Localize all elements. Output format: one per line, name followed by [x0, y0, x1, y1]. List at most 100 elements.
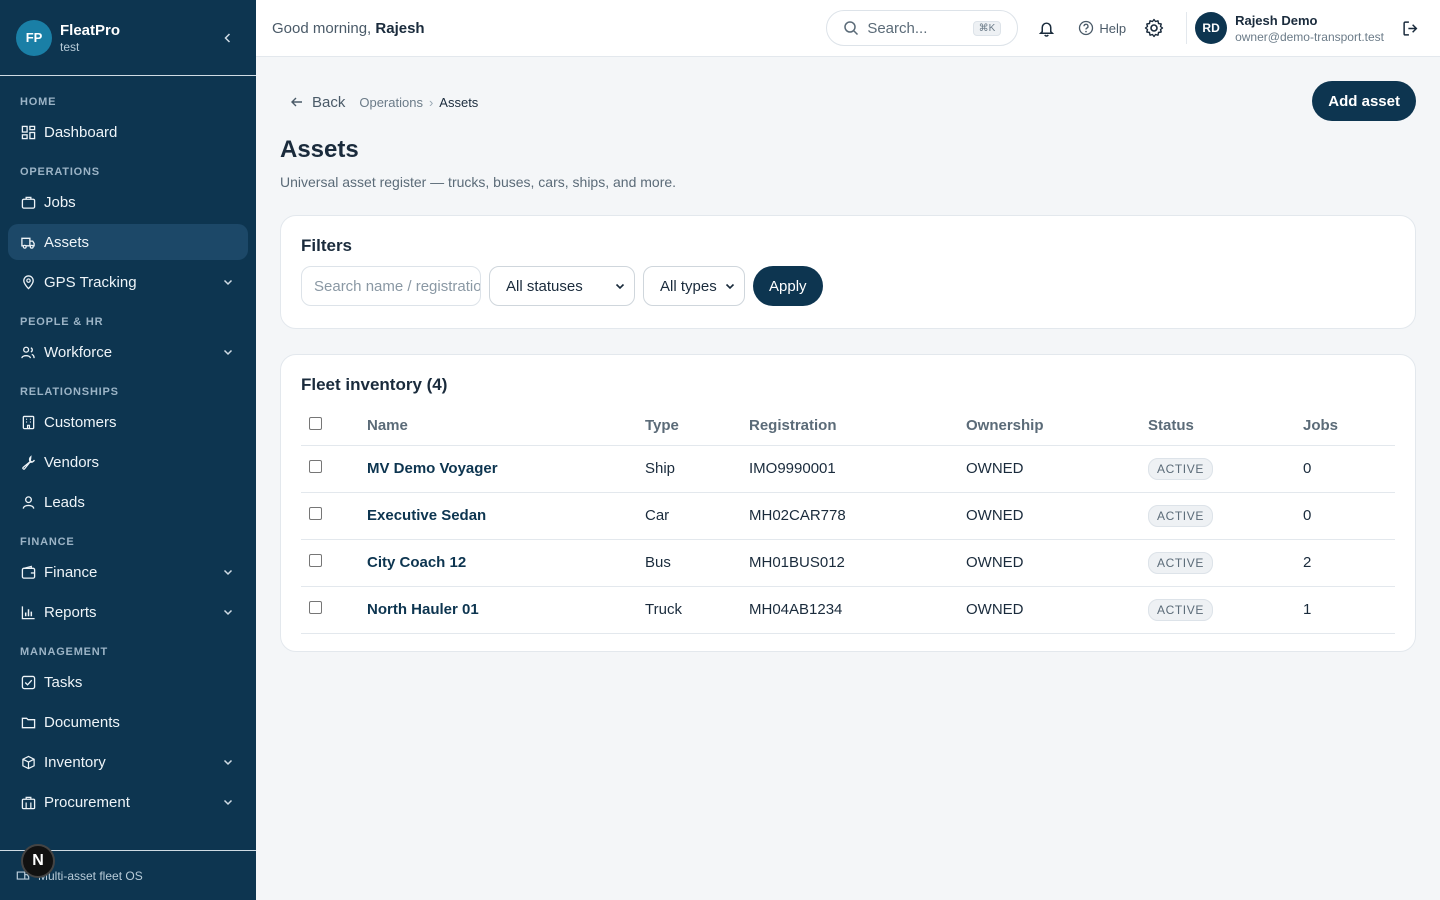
inventory-card: Fleet inventory (4) Name Type Registrati…: [280, 354, 1416, 652]
logout-icon: [1402, 20, 1417, 36]
asset-jobs: 0: [1303, 445, 1395, 493]
asset-registration: MH01BUS012: [749, 539, 966, 587]
nav-section-management: MANAGEMENT: [20, 646, 109, 658]
asset-ownership: OWNED: [966, 586, 1148, 634]
nav-section-home: HOME: [20, 96, 57, 108]
sidebar-item-label: Leads: [44, 493, 85, 511]
type-select-value: All types: [660, 277, 717, 295]
asset-type: Ship: [645, 445, 749, 493]
column-header-registration: Registration: [749, 407, 966, 446]
asset-registration: MH02CAR778: [749, 492, 966, 540]
search-shortcut: ⌘K: [972, 20, 1002, 36]
sidebar-item-finance[interactable]: Finance: [8, 554, 248, 590]
dev-tools-badge[interactable]: N: [21, 844, 55, 878]
breadcrumb-current: Assets: [439, 94, 479, 110]
row-checkbox[interactable]: [309, 554, 322, 567]
column-header-jobs: Jobs: [1303, 407, 1395, 446]
row-checkbox[interactable]: [309, 507, 322, 520]
status-badge: ACTIVE: [1148, 599, 1213, 621]
sidebar-item-label: GPS Tracking: [44, 273, 137, 291]
column-header-status: Status: [1148, 407, 1303, 446]
sidebar-item-inventory[interactable]: Inventory: [8, 744, 248, 780]
bell-icon: [1038, 21, 1054, 37]
asset-jobs: 0: [1303, 492, 1395, 540]
asset-type: Bus: [645, 539, 749, 587]
sidebar-item-jobs[interactable]: Jobs: [8, 184, 248, 220]
notifications-button[interactable]: [1028, 10, 1064, 46]
map-pin-icon: [20, 274, 36, 290]
table-row[interactable]: City Coach 12 Bus MH01BUS012 OWNED ACTIV…: [301, 539, 1395, 587]
sidebar-item-documents[interactable]: Documents: [8, 704, 248, 740]
chevron-down-icon: [222, 605, 236, 619]
sidebar-item-customers[interactable]: Customers: [8, 404, 248, 440]
chevron-down-icon: [725, 283, 735, 290]
sidebar-item-label: Dashboard: [44, 123, 118, 141]
asset-name-link[interactable]: North Hauler 01: [367, 601, 479, 618]
package-icon: [20, 754, 36, 770]
sidebar-item-tasks[interactable]: Tasks: [8, 664, 248, 700]
asset-ownership: OWNED: [966, 539, 1148, 587]
chevron-down-icon: [222, 795, 236, 809]
status-badge: ACTIVE: [1148, 458, 1213, 480]
asset-name-link[interactable]: City Coach 12: [367, 554, 466, 571]
chevron-left-icon: [224, 32, 231, 43]
sidebar-item-label: Workforce: [44, 343, 113, 361]
inventory-title: Fleet inventory (4): [301, 375, 448, 394]
collapse-sidebar-button[interactable]: [216, 26, 240, 50]
sidebar-item-reports[interactable]: Reports: [8, 594, 248, 630]
sidebar-item-workforce[interactable]: Workforce: [8, 334, 248, 370]
row-checkbox[interactable]: [309, 460, 322, 473]
global-search[interactable]: Search... ⌘K: [826, 10, 1019, 46]
user-menu[interactable]: RD Rajesh Demo owner@demo-transport.test: [1195, 12, 1384, 44]
sidebar-item-vendors[interactable]: Vendors: [8, 444, 248, 480]
search-input[interactable]: Search name / registration: [301, 266, 481, 306]
nav-section-people: PEOPLE & HR: [20, 316, 104, 328]
column-header-name: Name: [367, 407, 645, 446]
settings-button[interactable]: [1136, 10, 1172, 46]
sidebar-item-label: Reports: [44, 603, 97, 621]
sidebar-item-label: Documents: [44, 713, 120, 731]
asset-name-link[interactable]: Executive Sedan: [367, 507, 486, 524]
arrow-left-icon: [291, 97, 302, 107]
user-icon: [20, 494, 36, 510]
chevron-down-icon: [222, 275, 236, 289]
filters-title: Filters: [301, 236, 353, 255]
sidebar-item-label: Inventory: [44, 753, 106, 771]
filter-row: Search name / registration All statuses …: [301, 266, 1395, 306]
chevron-down-icon: [222, 565, 236, 579]
row-checkbox[interactable]: [309, 601, 322, 614]
nav-section-relationships: RELATIONSHIPS: [20, 386, 119, 398]
type-select[interactable]: All types: [643, 266, 745, 306]
sidebar-nav: HOME Dashboard OPERATIONS Jobs Assets GP…: [0, 76, 256, 820]
sidebar-item-dashboard[interactable]: Dashboard: [8, 114, 248, 150]
sidebar-item-procurement[interactable]: Procurement: [8, 784, 248, 820]
asset-ownership: OWNED: [966, 445, 1148, 493]
table-row[interactable]: North Hauler 01 Truck MH04AB1234 OWNED A…: [301, 586, 1395, 634]
search-placeholder: Search...: [867, 19, 928, 37]
back-button[interactable]: Back: [290, 94, 345, 111]
sidebar-item-label: Assets: [44, 233, 90, 251]
breadcrumb-row: Back Operations › Assets Add asset: [280, 57, 1416, 147]
page-subtitle: Universal asset register — trucks, buses…: [280, 174, 677, 190]
sidebar-item-label: Vendors: [44, 453, 100, 471]
sidebar-item-assets[interactable]: Assets: [8, 224, 248, 260]
truck-icon: [20, 234, 36, 250]
sidebar-item-gps-tracking[interactable]: GPS Tracking: [8, 264, 248, 300]
logout-button[interactable]: [1396, 14, 1424, 42]
table-row[interactable]: MV Demo Voyager Ship IMO9990001 OWNED AC…: [301, 445, 1395, 493]
table-row[interactable]: Executive Sedan Car MH02CAR778 OWNED ACT…: [301, 492, 1395, 540]
add-asset-button[interactable]: Add asset: [1312, 81, 1416, 121]
breadcrumb-operations[interactable]: Operations: [359, 95, 423, 110]
users-icon: [20, 344, 36, 360]
footer-tagline: Multi-asset fleet OS: [38, 868, 143, 883]
apply-button[interactable]: Apply: [753, 266, 823, 306]
asset-name-link[interactable]: MV Demo Voyager: [367, 460, 498, 477]
sidebar-item-leads[interactable]: Leads: [8, 484, 248, 520]
greeting-name: Rajesh: [375, 19, 425, 37]
column-header-ownership: Ownership: [966, 407, 1148, 446]
select-all-checkbox[interactable]: [309, 417, 322, 431]
help-button[interactable]: Help: [1078, 20, 1126, 36]
status-select[interactable]: All statuses: [489, 266, 635, 306]
bar-chart-icon: [20, 604, 36, 620]
breadcrumb: Operations › Assets: [359, 95, 478, 110]
